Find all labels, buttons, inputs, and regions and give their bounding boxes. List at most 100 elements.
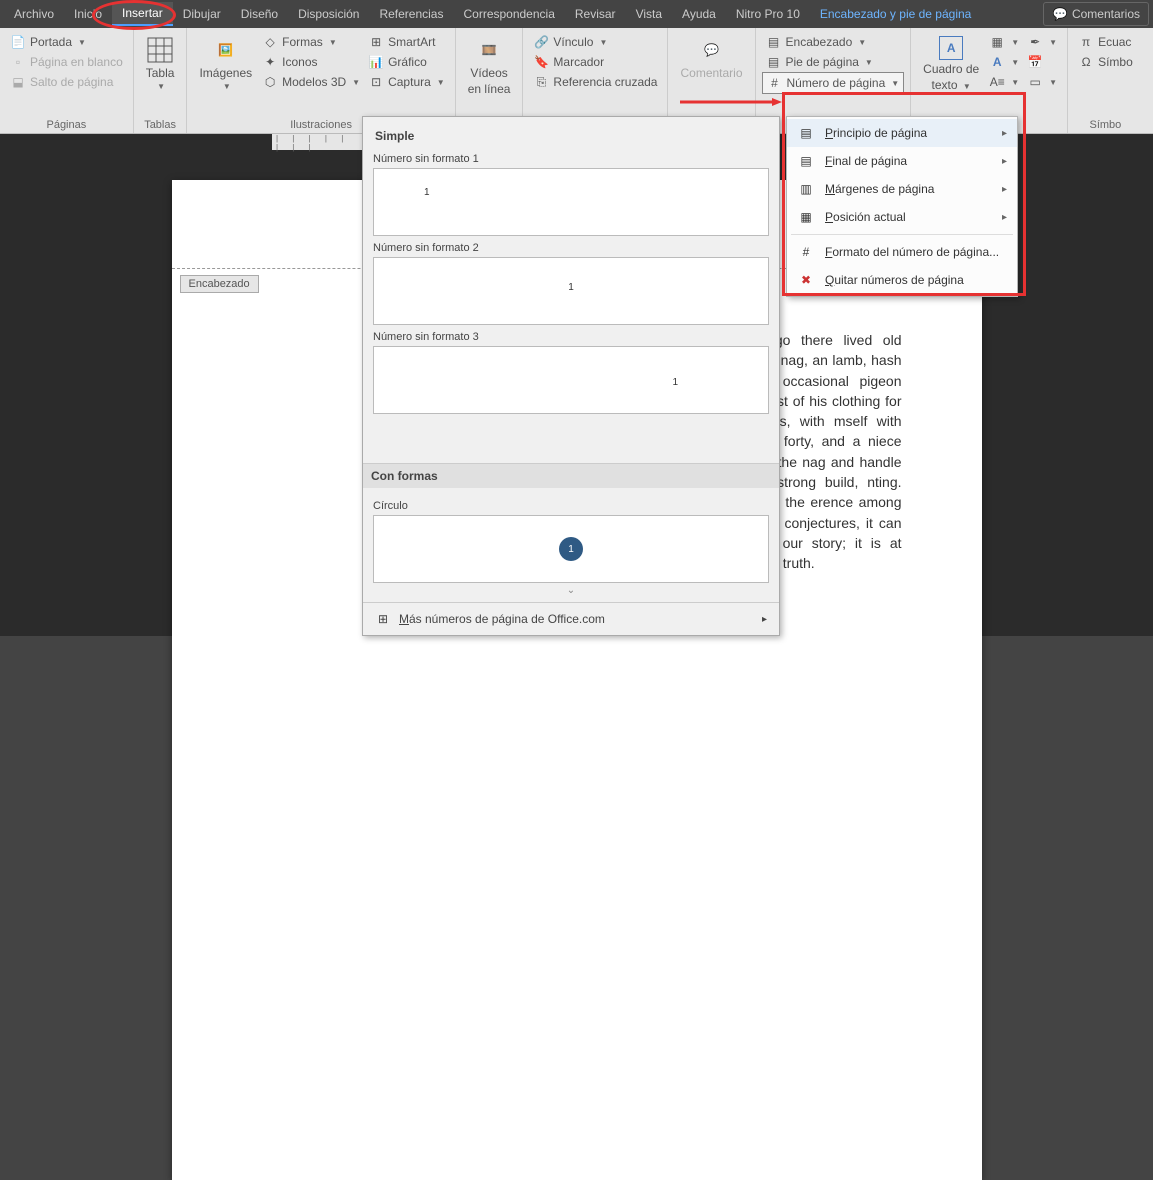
menu-ayuda[interactable]: Ayuda bbox=[672, 3, 726, 25]
quick-parts-button[interactable]: ▦▼ bbox=[985, 32, 1023, 52]
menu-header-footer-context[interactable]: Encabezado y pie de página bbox=[810, 3, 981, 25]
datetime-button[interactable]: 📅 bbox=[1023, 52, 1061, 72]
submenu-posicion-label: Posición actual bbox=[825, 210, 906, 224]
gallery-preview-circulo[interactable]: 1 bbox=[373, 515, 769, 583]
submenu-final[interactable]: ▤ Final de página ▸ bbox=[787, 147, 1017, 175]
gallery-preview-nf3[interactable]: 1 bbox=[373, 346, 769, 414]
submenu-margenes[interactable]: ▥ Márgenes de página ▸ bbox=[787, 175, 1017, 203]
gallery-section-simple: Simple bbox=[373, 125, 769, 147]
vinculo-button[interactable]: 🔗 Vínculo ▼ bbox=[529, 32, 661, 52]
gallery-section-conformas: Con formas bbox=[363, 463, 779, 488]
page-number-icon: # bbox=[767, 75, 783, 91]
menu-inicio[interactable]: Inicio bbox=[64, 3, 112, 25]
icons-icon: ✦ bbox=[262, 54, 278, 70]
ref-label: Referencia cruzada bbox=[553, 75, 657, 89]
object-button[interactable]: ▭▼ bbox=[1023, 72, 1061, 92]
submenu-quitar[interactable]: ✖ Quitar números de página bbox=[787, 266, 1017, 294]
menu-revisar[interactable]: Revisar bbox=[565, 3, 626, 25]
grafico-button[interactable]: 📊 Gráfico bbox=[364, 52, 449, 72]
gallery-preview-nf2[interactable]: 1 bbox=[373, 257, 769, 325]
submenu-margenes-label: Márgenes de página bbox=[825, 182, 934, 196]
menu-correspondencia[interactable]: Correspondencia bbox=[453, 3, 564, 25]
menu-disposicion[interactable]: Disposición bbox=[288, 3, 369, 25]
link-icon: 🔗 bbox=[533, 34, 549, 50]
comments-button[interactable]: 💬 Comentarios bbox=[1043, 2, 1149, 26]
captura-label: Captura bbox=[388, 75, 431, 89]
iconos-button[interactable]: ✦ Iconos bbox=[258, 52, 364, 72]
parts-icon: ▦ bbox=[989, 34, 1005, 50]
cover-page-icon: 📄 bbox=[10, 34, 26, 50]
pie-button[interactable]: ▤ Pie de página ▼ bbox=[762, 52, 905, 72]
menu-archivo[interactable]: Archivo bbox=[4, 3, 64, 25]
chevron-right-icon: ▸ bbox=[1002, 184, 1007, 195]
portada-label: Portada bbox=[30, 35, 72, 49]
video-icon: 🎞️ bbox=[475, 36, 503, 64]
salto-pagina-button[interactable]: ⬓ Salto de página bbox=[6, 72, 127, 92]
bookmark-icon: 🔖 bbox=[533, 54, 549, 70]
modelos3d-button[interactable]: ⬡ Modelos 3D ▼ bbox=[258, 72, 364, 92]
caret-icon: ▼ bbox=[891, 79, 899, 88]
gallery-label-nf3: Número sin formato 3 bbox=[373, 331, 769, 343]
encabezado-button[interactable]: ▤ Encabezado ▼ bbox=[762, 32, 905, 52]
ribbon-group-simbolos: π Ecuac Ω Símbo Símbo bbox=[1068, 28, 1143, 133]
smartart-label: SmartArt bbox=[388, 35, 435, 49]
formas-button[interactable]: ◇ Formas ▼ bbox=[258, 32, 364, 52]
wordart-icon: A bbox=[989, 54, 1005, 70]
simbolo-button[interactable]: Ω Símbo bbox=[1074, 52, 1137, 72]
preview-number: 1 bbox=[424, 187, 430, 198]
captura-button[interactable]: ⊡ Captura ▼ bbox=[364, 72, 449, 92]
encabezado-label: Encabezado bbox=[786, 35, 853, 49]
submenu-posicion[interactable]: ▦ Posición actual ▸ bbox=[787, 203, 1017, 231]
videos-line1: Vídeos bbox=[470, 66, 507, 80]
gallery-more-office[interactable]: ⊞ MMás números de página de Office.comás… bbox=[363, 602, 779, 635]
dropcap-button[interactable]: A≡▼ bbox=[985, 72, 1023, 92]
referencia-cruzada-button[interactable]: ⎘ Referencia cruzada bbox=[529, 72, 661, 92]
format-number-icon: # bbox=[797, 244, 815, 260]
comentario-label: Comentario bbox=[680, 66, 742, 80]
menu-nitro[interactable]: Nitro Pro 10 bbox=[726, 3, 810, 25]
menu-dibujar[interactable]: Dibujar bbox=[173, 3, 231, 25]
cuadro-texto-button[interactable]: A Cuadro de texto ▼ bbox=[917, 32, 985, 96]
preview-number: 1 bbox=[672, 377, 678, 388]
numero-pagina-button[interactable]: # Número de página ▼ bbox=[762, 72, 905, 94]
gallery-preview-nf1[interactable]: 1 bbox=[373, 168, 769, 236]
preview-number: 1 bbox=[559, 537, 583, 561]
tabla-button[interactable]: Tabla ▼ bbox=[140, 32, 181, 95]
ecuacion-button[interactable]: π Ecuac bbox=[1074, 32, 1137, 52]
submenu-formato[interactable]: # Formato del número de página... bbox=[787, 238, 1017, 266]
pagina-blanco-button[interactable]: ▫ Página en blanco bbox=[6, 52, 127, 72]
menu-diseno[interactable]: Diseño bbox=[231, 3, 288, 25]
videos-line2: en línea bbox=[468, 82, 511, 96]
page-bottom-icon: ▤ bbox=[797, 153, 815, 169]
smartart-button[interactable]: ⊞ SmartArt bbox=[364, 32, 449, 52]
page-margins-icon: ▥ bbox=[797, 181, 815, 197]
imagenes-button[interactable]: 🖼️ Imágenes ▼ bbox=[193, 32, 258, 95]
wordart-button[interactable]: A▼ bbox=[985, 52, 1023, 72]
submenu-principio[interactable]: ▤ Principio de página ▸ bbox=[787, 119, 1017, 147]
menu-insertar[interactable]: Insertar bbox=[112, 2, 173, 26]
submenu-separator bbox=[791, 234, 1013, 235]
caret-icon: ▼ bbox=[599, 38, 607, 47]
caret-icon: ▼ bbox=[1049, 78, 1057, 87]
ecuac-label: Ecuac bbox=[1098, 35, 1131, 49]
portada-button[interactable]: 📄 Portada ▼ bbox=[6, 32, 127, 52]
marcador-button[interactable]: 🔖 Marcador bbox=[529, 52, 661, 72]
text-box-icon: A bbox=[939, 36, 963, 60]
crossref-icon: ⎘ bbox=[533, 74, 549, 90]
comentario-button[interactable]: 💬 Comentario bbox=[674, 32, 748, 84]
menu-referencias[interactable]: Referencias bbox=[369, 3, 453, 25]
chevron-right-icon: ▸ bbox=[1002, 156, 1007, 167]
comment-icon: 💬 bbox=[1052, 6, 1068, 22]
vinculo-label: Vínculo bbox=[553, 35, 593, 49]
menu-vista[interactable]: Vista bbox=[626, 3, 672, 25]
remove-number-icon: ✖ bbox=[797, 272, 815, 288]
signature-button[interactable]: ✒▼ bbox=[1023, 32, 1061, 52]
caret-icon: ▼ bbox=[352, 78, 360, 87]
gallery-body[interactable]: Simple Número sin formato 1 1 Número sin… bbox=[363, 117, 779, 463]
comment-icon: 💬 bbox=[698, 36, 726, 64]
iconos-label: Iconos bbox=[282, 55, 317, 69]
blanco-label: Página en blanco bbox=[30, 55, 123, 69]
videos-button[interactable]: 🎞️ Vídeos en línea bbox=[462, 32, 517, 100]
gallery-label-nf2: Número sin formato 2 bbox=[373, 242, 769, 254]
footer-icon: ▤ bbox=[766, 54, 782, 70]
